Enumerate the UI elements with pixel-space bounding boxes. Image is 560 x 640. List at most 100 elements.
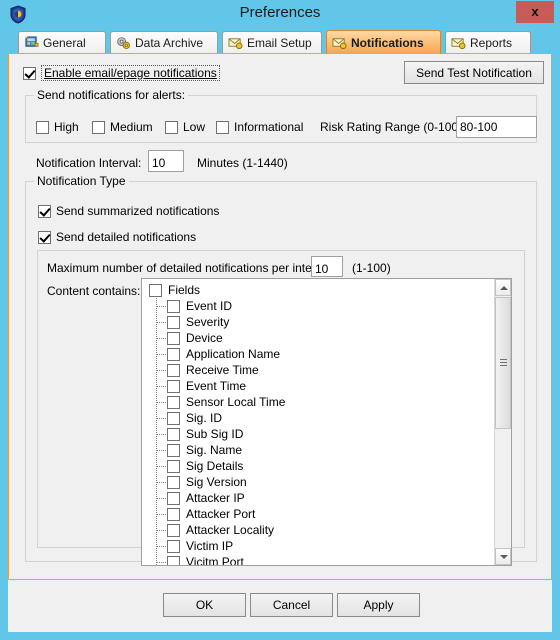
tree-item[interactable]: Event ID: [142, 298, 496, 314]
tree-item-label: Attacker Port: [186, 507, 256, 521]
tree-item[interactable]: Event Time: [142, 378, 496, 394]
close-icon[interactable]: x: [516, 1, 554, 23]
window-title: Preferences: [239, 4, 321, 21]
tree-item-checkbox[interactable]: [167, 347, 180, 361]
preferences-window: Preferences x General Data Archive Email…: [0, 0, 560, 640]
severity-informational-checkbox-box[interactable]: [216, 120, 229, 134]
severity-low-checkbox-box[interactable]: [165, 120, 178, 134]
tree-item-checkbox[interactable]: [167, 459, 180, 473]
enable-notifications-checkbox[interactable]: Enable email/epage notifications: [23, 65, 220, 81]
tree-item[interactable]: Sig Details: [142, 458, 496, 474]
scroll-up-icon[interactable]: [495, 279, 511, 296]
tree-item-checkbox[interactable]: [167, 331, 180, 345]
notifications-panel: Enable email/epage notifications Send Te…: [8, 53, 552, 580]
tree-item-checkbox[interactable]: [167, 379, 180, 393]
tab-notifications[interactable]: Notifications: [326, 30, 441, 54]
tab-email-setup[interactable]: Email Setup: [222, 31, 322, 54]
apply-button[interactable]: Apply: [337, 593, 420, 617]
risk-rating-label: Risk Rating Range (0-100):: [320, 120, 466, 134]
tree-item-label: Severity: [186, 315, 230, 329]
tree-item-checkbox[interactable]: [167, 443, 180, 457]
ok-button[interactable]: OK: [163, 593, 246, 617]
tab-data-archive[interactable]: Data Archive: [110, 31, 218, 54]
tree-item-label: Application Name: [186, 347, 281, 361]
tree-item[interactable]: Sensor Local Time: [142, 394, 496, 410]
tree-item[interactable]: Application Name: [142, 346, 496, 362]
tree-item-label: Vicitm Port: [186, 555, 244, 565]
gears-icon: [117, 37, 130, 49]
cancel-button[interactable]: Cancel: [250, 593, 333, 617]
tree-item[interactable]: Vicitm Port: [142, 554, 496, 565]
tab-reports[interactable]: Reports: [445, 31, 531, 54]
severity-high-checkbox[interactable]: High: [36, 120, 79, 134]
notification-type-legend: Notification Type: [34, 174, 129, 188]
tree-item-checkbox[interactable]: [167, 491, 180, 505]
tree-item[interactable]: Sig. Name: [142, 442, 496, 458]
tree-item-checkbox[interactable]: [167, 315, 180, 329]
tree-item-fields-checkbox[interactable]: [149, 283, 162, 297]
tree-item[interactable]: Receive Time: [142, 362, 496, 378]
severity-medium-checkbox-box[interactable]: [92, 120, 105, 134]
send-detailed-checkbox[interactable]: Send detailed notifications: [38, 230, 196, 244]
tree-item-label: Sensor Local Time: [186, 395, 286, 409]
send-test-notification-button[interactable]: Send Test Notification: [404, 61, 544, 84]
tab-notifications-label: Notifications: [351, 35, 424, 50]
risk-rating-input[interactable]: [456, 116, 537, 138]
severity-low-label: Low: [183, 120, 206, 134]
tab-data-archive-label: Data Archive: [135, 36, 204, 50]
tree-item-checkbox[interactable]: [167, 427, 180, 441]
tree-item[interactable]: Sub Sig ID: [142, 426, 496, 442]
tree-item-label: Receive Time: [186, 363, 259, 377]
tree-item[interactable]: Severity: [142, 314, 496, 330]
scrollbar-thumb[interactable]: [495, 297, 511, 429]
send-detailed-checkbox-box[interactable]: [38, 230, 51, 244]
tree-item[interactable]: Device: [142, 330, 496, 346]
enable-notifications-label: Enable email/epage notifications: [41, 65, 220, 81]
severity-informational-label: Informational: [234, 120, 304, 134]
severity-medium-checkbox[interactable]: Medium: [92, 120, 153, 134]
send-summarized-label: Send summarized notifications: [56, 204, 220, 218]
max-detailed-input[interactable]: [311, 256, 343, 277]
tree-item-checkbox[interactable]: [167, 395, 180, 409]
tree-item[interactable]: Attacker IP: [142, 490, 496, 506]
tree-item-checkbox[interactable]: [167, 363, 180, 377]
tree-item[interactable]: Attacker Locality: [142, 522, 496, 538]
content-fields-tree[interactable]: Fields Event ID Severity Device Applicat…: [141, 278, 512, 566]
title-bar: Preferences x: [0, 0, 560, 29]
dialog-button-bar: OK Cancel Apply: [8, 580, 552, 632]
severity-low-checkbox[interactable]: Low: [165, 120, 205, 134]
tree-item-label: Sig Details: [186, 459, 244, 473]
notification-interval-units: Minutes (1-1440): [197, 156, 288, 170]
scrollbar-grip-icon: [500, 359, 507, 366]
tree-item[interactable]: Attacker Port: [142, 506, 496, 522]
tree-item-checkbox[interactable]: [167, 507, 180, 521]
alerts-group-legend: Send notifications for alerts:: [34, 88, 189, 102]
tab-email-setup-label: Email Setup: [247, 36, 312, 50]
tree-item[interactable]: Victim IP: [142, 538, 496, 554]
tree-item[interactable]: Sig Version: [142, 474, 496, 490]
tree-scrollbar[interactable]: [494, 279, 511, 565]
send-summarized-checkbox-box[interactable]: [38, 204, 51, 218]
tree-item-checkbox[interactable]: [167, 555, 180, 565]
tree-item-checkbox[interactable]: [167, 411, 180, 425]
severity-high-checkbox-box[interactable]: [36, 120, 49, 134]
tree-item-label: Event Time: [186, 379, 247, 393]
general-icon: [24, 36, 39, 47]
notification-interval-input[interactable]: [148, 150, 184, 172]
tree-item-checkbox[interactable]: [167, 523, 180, 537]
tree-item-checkbox[interactable]: [167, 539, 180, 553]
tree-item-label: Attacker Locality: [186, 523, 275, 537]
tree-item-label: Device: [186, 331, 223, 345]
tree-item-fields[interactable]: Fields: [142, 282, 496, 298]
envelope-icon: [451, 38, 466, 50]
envelope-icon: [228, 38, 243, 50]
tab-general-label: General: [43, 36, 86, 50]
tree-item[interactable]: Sig. ID: [142, 410, 496, 426]
tab-general[interactable]: General: [18, 31, 106, 54]
send-summarized-checkbox[interactable]: Send summarized notifications: [38, 204, 219, 218]
tree-item-checkbox[interactable]: [167, 299, 180, 313]
tree-item-checkbox[interactable]: [167, 475, 180, 489]
scroll-down-icon[interactable]: [495, 548, 511, 565]
enable-notifications-checkbox-box[interactable]: [23, 66, 36, 80]
severity-informational-checkbox[interactable]: Informational: [216, 120, 303, 134]
